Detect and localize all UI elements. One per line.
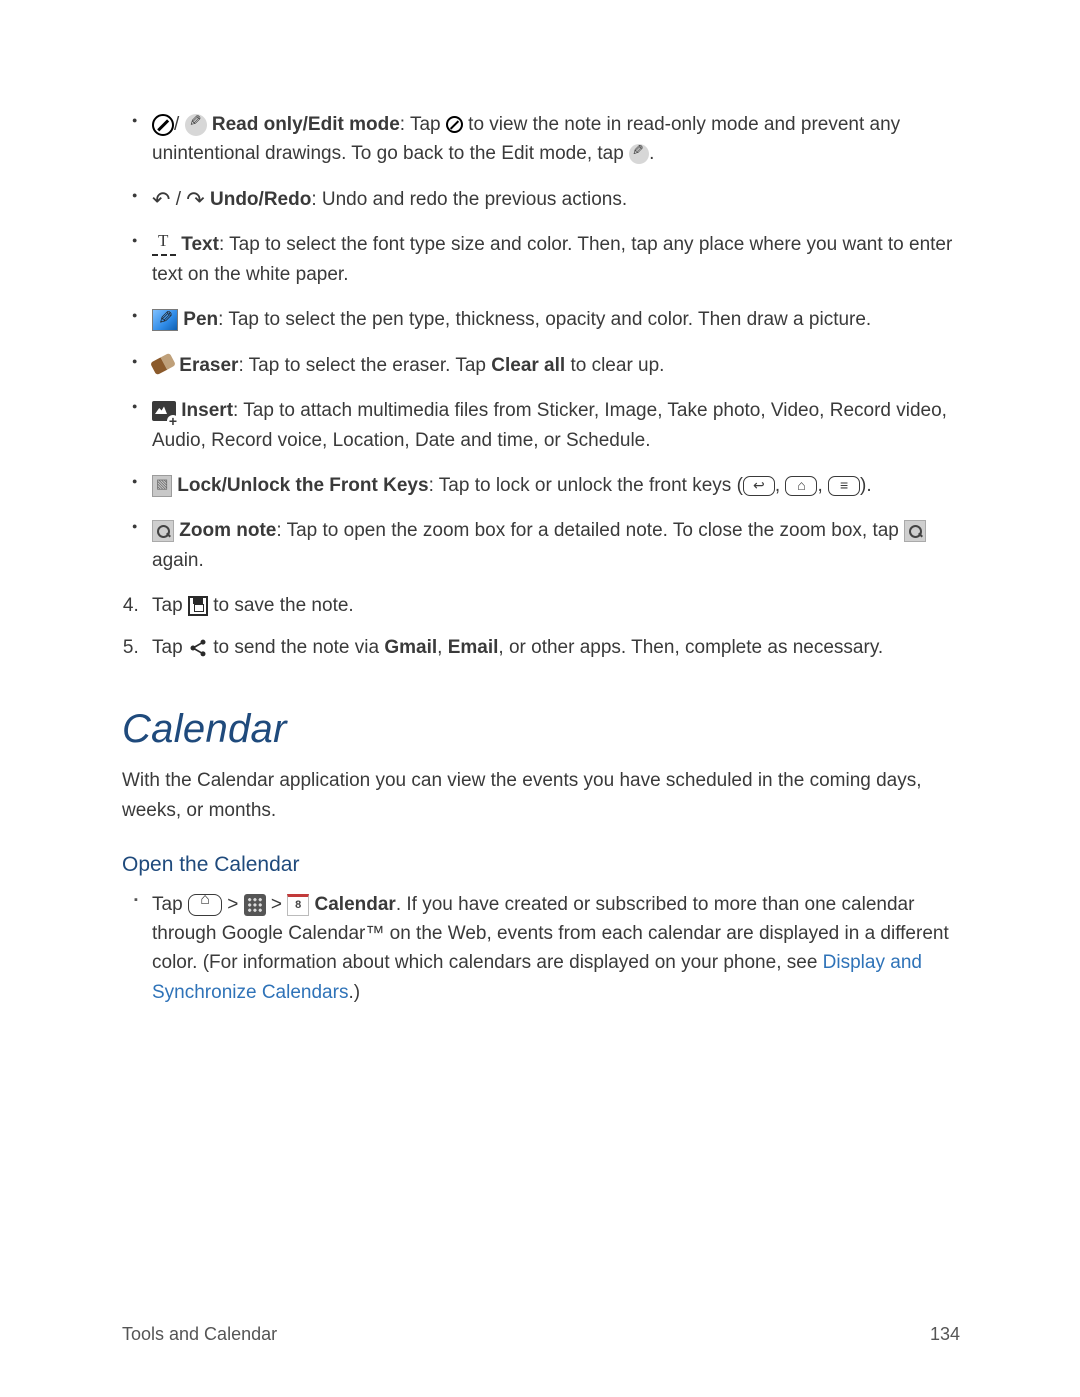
page-footer: Tools and Calendar 134 [122,1321,960,1349]
bullet-undo-redo: ↶ / ↷ Undo/Redo: Undo and redo the previ… [152,185,960,214]
calendar-intro: With the Calendar application you can vi… [122,766,960,825]
calendar-app-icon: 8 [287,894,309,916]
text-tool-icon [152,234,176,256]
open-calendar-list: Tap > > 8 Calendar. If you have created … [122,890,960,1008]
clear-all: Clear all [491,355,565,376]
save-icon [188,596,208,616]
home-key-icon [188,894,222,916]
step-4: Tap to save the note. [144,591,960,620]
bullet-pen-tool: Pen: Tap to select the pen type, thickne… [152,305,960,334]
calendar-label: Calendar [309,894,396,915]
lock-keys-icon [152,475,172,497]
bullet-eraser: Eraser: Tap to select the eraser. Tap Cl… [152,351,960,380]
undo-icon: ↶ [152,189,170,211]
zoom-icon [152,520,174,542]
label: Insert [181,400,233,421]
edit-mode-icon [629,144,649,164]
bullet-lock-keys: Lock/Unlock the Front Keys: Tap to lock … [152,471,960,500]
label: Undo/Redo [210,189,311,210]
open-calendar-step: Tap > > 8 Calendar. If you have created … [152,890,960,1008]
read-only-icon [152,114,174,136]
slash: / [176,189,187,210]
eraser-icon [150,352,176,375]
numbered-steps: Tap to save the note. Tap to send the no… [122,591,960,662]
step-5: Tap to send the note via Gmail, Email, o… [144,633,960,662]
redo-icon: ↷ [186,189,204,211]
footer-section: Tools and Calendar [122,1321,277,1349]
edit-mode-icon [185,114,207,136]
bullet-read-edit: / Read only/Edit mode: Tap to view the n… [152,110,960,169]
footer-page-number: 134 [930,1321,960,1349]
insert-icon [152,401,176,421]
label: Zoom note [179,520,276,541]
subheading-open-calendar: Open the Calendar [122,849,960,882]
tool-bullet-list: / Read only/Edit mode: Tap to view the n… [122,110,960,575]
label: Text [181,234,219,255]
apps-grid-icon [244,894,266,916]
pen-tool-icon [152,309,178,331]
back-key-icon: ↩ [743,476,775,496]
email: Email [448,637,499,658]
label: Lock/Unlock the Front Keys [177,475,428,496]
share-icon [188,638,208,658]
zoom-icon [904,520,926,542]
slash: / [174,114,185,135]
section-heading-calendar: Calendar [122,698,960,760]
gmail: Gmail [384,637,437,658]
menu-key-icon: ≡ [828,476,860,496]
bullet-text-tool: Text: Tap to select the font type size a… [152,230,960,289]
label: Pen [183,309,218,330]
label: Eraser [179,355,238,376]
bullet-insert: Insert: Tap to attach multimedia files f… [152,396,960,455]
label: Read only/Edit mode [212,114,400,135]
bullet-zoom-note: Zoom note: Tap to open the zoom box for … [152,516,960,575]
home-key-icon: ⌂ [785,476,817,496]
read-only-icon [446,116,463,133]
